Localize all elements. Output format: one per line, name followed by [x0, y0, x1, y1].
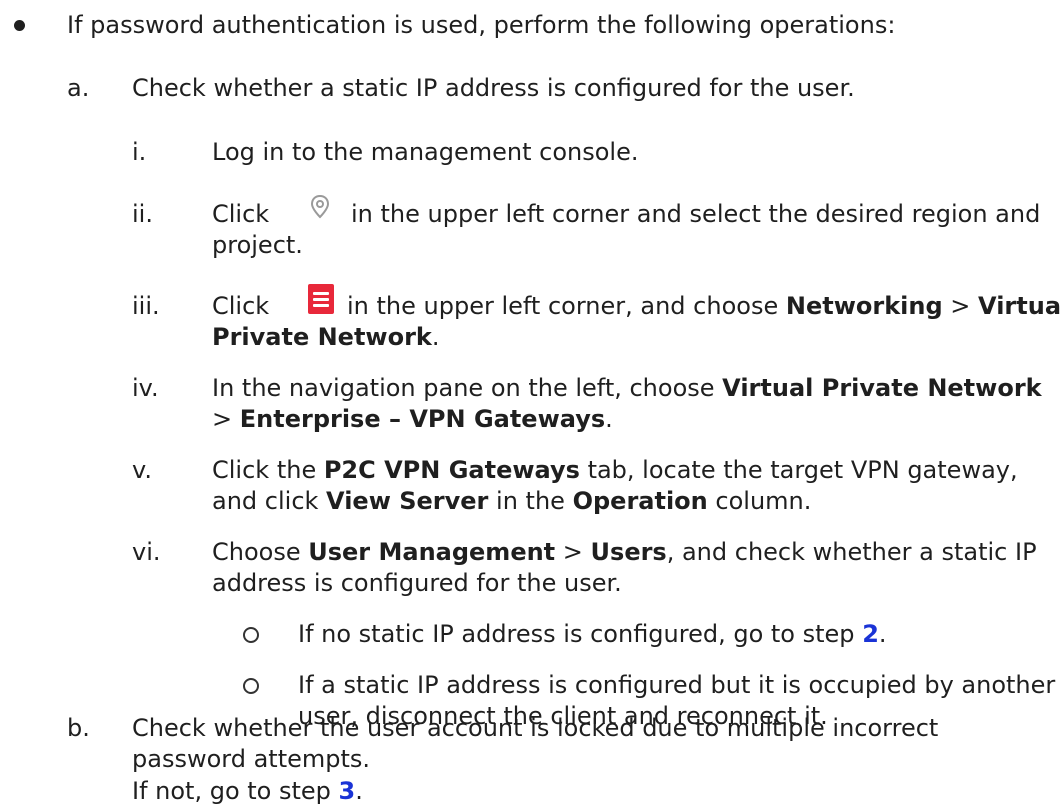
substep-iii-marker: iii. — [132, 292, 160, 320]
circle-bullet — [243, 678, 259, 694]
step-a-text: Check whether a static IP address is con… — [132, 74, 855, 102]
step-b-marker: b. — [67, 714, 90, 742]
virtual-label: Virtual — [978, 292, 1063, 320]
substep-ii-line2: project. — [212, 231, 303, 259]
substep-ii-marker: ii. — [132, 200, 153, 228]
substep-v-line2: and click View Server in the Operation c… — [212, 487, 812, 515]
view-server-label: View Server — [326, 487, 489, 515]
enterprise-vpn-gateways-label: Enterprise – VPN Gateways — [239, 405, 606, 433]
p2c-vpn-gateways-tab-label: P2C VPN Gateways — [323, 456, 580, 484]
networking-label: Networking — [785, 292, 943, 320]
operation-column-label: Operation — [572, 487, 708, 515]
circle-bullet — [243, 627, 259, 643]
hamburger-menu-icon[interactable] — [308, 284, 334, 314]
substep-iv-line2: > Enterprise – VPN Gateways. — [212, 405, 613, 433]
substep-vi-line2: address is configured for the user. — [212, 569, 622, 597]
step-b-line2-text: password attempts. — [132, 745, 371, 773]
private-network-label: Private Network — [212, 323, 432, 351]
step-b-line1: Check whether the user account is locked… — [132, 713, 938, 743]
step-3-link[interactable]: 3 — [339, 777, 356, 805]
step-b-line2: password attempts. — [132, 744, 370, 774]
step-b-note-text: If not, go to step — [132, 777, 331, 805]
substep-i-text: Log in to the management console. — [212, 138, 639, 166]
no-static-ip-item: If no static IP address is configured, g… — [298, 620, 887, 648]
users-label: Users — [590, 538, 667, 566]
substep-ii-line1-rest: in the upper left corner and select the … — [351, 200, 1041, 228]
substep-vi-marker: vi. — [132, 538, 161, 566]
substep-iv-line1: In the navigation pane on the left, choo… — [212, 374, 1042, 402]
bullet-intro-text: If password authentication is used, perf… — [67, 11, 896, 39]
bullet-dot — [14, 20, 25, 31]
substep-v-marker: v. — [132, 456, 152, 484]
substep-iii-line2: Private Network. — [212, 323, 440, 351]
substep-iii-click: Click — [212, 292, 270, 320]
step-2-link[interactable]: 2 — [862, 620, 879, 648]
location-pin-icon[interactable] — [308, 193, 332, 221]
substep-i-marker: i. — [132, 138, 147, 166]
substep-v-line1: Click the P2C VPN Gateways tab, locate t… — [212, 456, 1018, 484]
user-management-label: User Management — [308, 538, 556, 566]
substep-iv-marker: iv. — [132, 374, 159, 402]
static-ip-occupied-item-line1: If a static IP address is configured but… — [298, 671, 1056, 699]
substep-vi-line1: Choose User Management > Users, and chec… — [212, 538, 1037, 566]
step-b-line1-text: Check whether the user account is locked… — [132, 714, 939, 742]
substep-ii-line1: Click — [212, 200, 270, 228]
step-a-marker: a. — [67, 74, 90, 102]
step-b-note: If not, go to step 3. — [132, 777, 363, 805]
vpn-nav-label: Virtual Private Network — [722, 374, 1042, 402]
substep-iii-line1: in the upper left corner, and choose Net… — [347, 291, 1063, 321]
